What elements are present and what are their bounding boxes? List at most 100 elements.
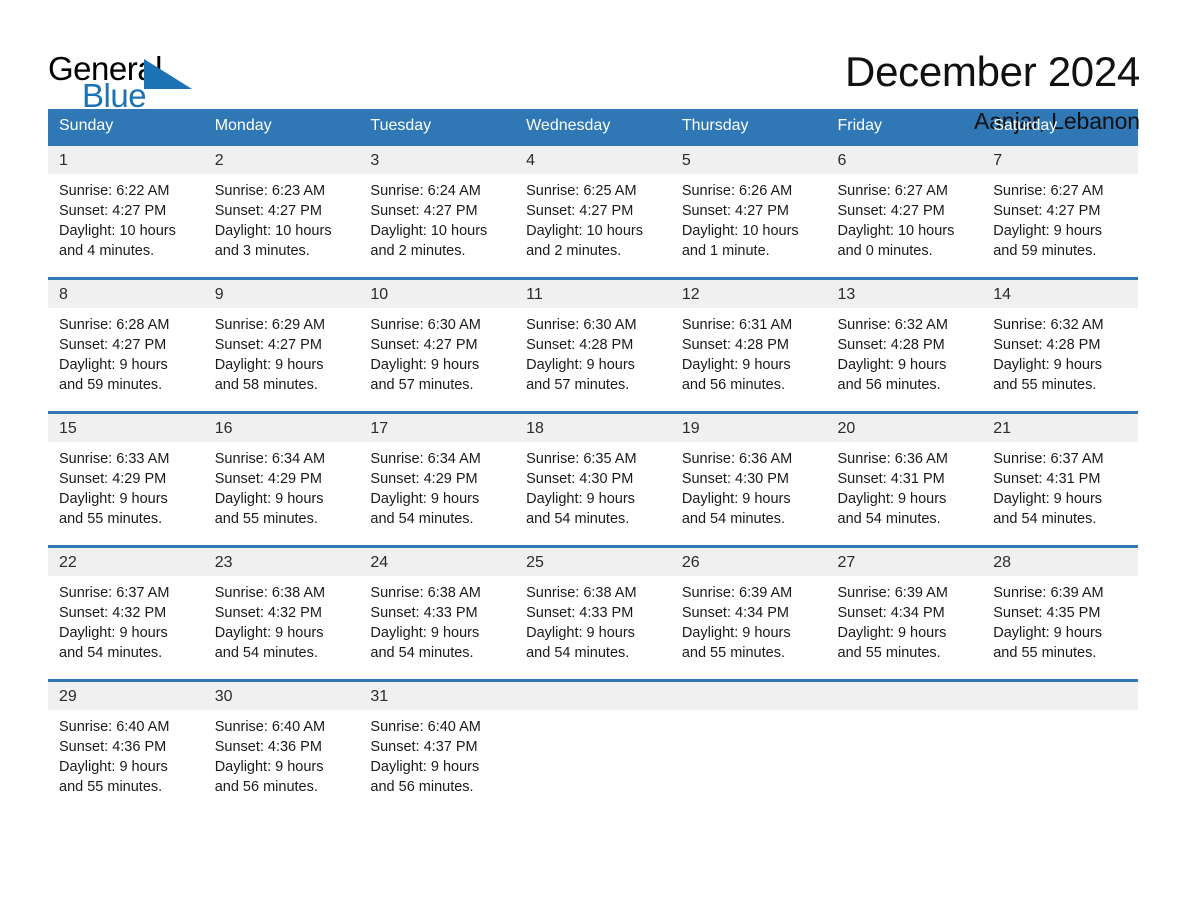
sunset-time: Sunset: 4:30 PM: [526, 471, 634, 487]
day-number: [826, 682, 983, 710]
calendar-cell-day-30[interactable]: 30 Sunrise: 6:40 AM Sunset: 4:36 PM Dayligh…: [203, 679, 360, 813]
day-details: Sunrise: 6:38 AM Sunset: 4:33 PM Daylight:…: [359, 576, 515, 663]
calendar-cell-day-7[interactable]: 7 Sunrise: 6:27 AM Sunset: 4:27 PM Daylight…: [982, 143, 1138, 279]
calendar-cell-day-4[interactable]: 4 Sunrise: 6:25 AM Sunset: 4:27 PM Daylight…: [515, 143, 671, 279]
calendar-cell-day-31[interactable]: 31 Sunrise: 6:40 AM Sunset: 4:37 PM Dayligh…: [359, 679, 516, 813]
day-details: Sunrise: 6:27 AM Sunset: 4:27 PM Daylight:…: [827, 174, 983, 261]
calendar-cell-day-22[interactable]: 22 Sunrise: 6:37 AM Sunset: 4:32 PM Dayligh…: [48, 545, 204, 681]
day-cell: 28 Sunrise: 6:39 AM Sunset: 4:35 PM Dayligh…: [982, 548, 1138, 679]
daylight-duration-line1: Daylight: 10 hours: [681, 223, 799, 239]
day-cell: 6 Sunrise: 6:27 AM Sunset: 4:27 PM Daylight…: [826, 146, 983, 277]
day-cell: 30 Sunrise: 6:40 AM Sunset: 4:36 PM Dayligh…: [203, 682, 360, 813]
daylight-duration-line2: and 54 minutes.: [370, 645, 474, 661]
calendar-week-row: 8 Sunrise: 6:28 AM Sunset: 4:27 PM Daylight…: [48, 277, 1138, 413]
daylight-duration-line2: and 3 minutes.: [214, 243, 310, 259]
daylight-duration-line1: Daylight: 9 hours: [993, 223, 1103, 239]
sunset-time: Sunset: 4:27 PM: [214, 203, 322, 219]
calendar-cell-day-2[interactable]: 2 Sunrise: 6:23 AM Sunset: 4:27 PM Daylight…: [203, 143, 360, 279]
day-number: 24: [359, 548, 516, 576]
daylight-duration-line1: Daylight: 10 hours: [59, 223, 176, 239]
calendar-cell-day-12[interactable]: 12 Sunrise: 6:31 AM Sunset: 4:28 PM Dayligh…: [670, 277, 827, 413]
day-details: Sunrise: 6:22 AM Sunset: 4:27 PM Daylight:…: [48, 174, 204, 261]
day-cell: 13 Sunrise: 6:32 AM Sunset: 4:28 PM Dayligh…: [826, 280, 983, 411]
sunset-time: Sunset: 4:34 PM: [837, 605, 945, 621]
calendar-cell-day-21[interactable]: 21 Sunrise: 6:37 AM Sunset: 4:31 PM Dayligh…: [982, 411, 1138, 547]
calendar-cell-day-6[interactable]: 6 Sunrise: 6:27 AM Sunset: 4:27 PM Daylight…: [826, 143, 983, 279]
day-cell: 8 Sunrise: 6:28 AM Sunset: 4:27 PM Daylight…: [48, 280, 204, 411]
calendar-cell-day-29[interactable]: 29 Sunrise: 6:40 AM Sunset: 4:36 PM Dayligh…: [48, 679, 204, 813]
day-cell: 2 Sunrise: 6:23 AM Sunset: 4:27 PM Daylight…: [203, 146, 360, 277]
calendar-cell-day-16[interactable]: 16 Sunrise: 6:34 AM Sunset: 4:29 PM Dayligh…: [203, 411, 360, 547]
calendar-cell-day-14[interactable]: 14 Sunrise: 6:32 AM Sunset: 4:28 PM Dayligh…: [982, 277, 1138, 413]
weekday-header-wednesday: Wednesday: [515, 109, 671, 145]
day-cell: [515, 682, 671, 813]
sunset-time: Sunset: 4:33 PM: [526, 605, 634, 621]
day-number: 1: [48, 146, 204, 174]
day-details: Sunrise: 6:39 AM Sunset: 4:34 PM Daylight:…: [827, 576, 983, 663]
calendar-cell-day-1[interactable]: 1 Sunrise: 6:22 AM Sunset: 4:27 PM Daylight…: [48, 143, 204, 279]
logo-triangle-icon: [144, 59, 192, 89]
calendar-cell-day-17[interactable]: 17 Sunrise: 6:34 AM Sunset: 4:29 PM Dayligh…: [359, 411, 516, 547]
sunset-time: Sunset: 4:35 PM: [993, 605, 1101, 621]
day-details: Sunrise: 6:30 AM Sunset: 4:27 PM Daylight:…: [359, 308, 515, 395]
day-number: 3: [359, 146, 516, 174]
day-cell: 21 Sunrise: 6:37 AM Sunset: 4:31 PM Dayligh…: [982, 414, 1138, 545]
sunrise-time: Sunrise: 6:39 AM: [837, 585, 948, 601]
day-details: Sunrise: 6:37 AM Sunset: 4:31 PM Daylight:…: [982, 442, 1138, 529]
day-details: Sunrise: 6:40 AM Sunset: 4:36 PM Daylight:…: [204, 710, 360, 797]
calendar-cell-day-25[interactable]: 25 Sunrise: 6:38 AM Sunset: 4:33 PM Dayligh…: [515, 545, 671, 681]
daylight-duration-line2: and 54 minutes.: [214, 645, 318, 661]
calendar-cell-day-10[interactable]: 10 Sunrise: 6:30 AM Sunset: 4:27 PM Dayligh…: [359, 277, 516, 413]
calendar-cell-day-8[interactable]: 8 Sunrise: 6:28 AM Sunset: 4:27 PM Daylight…: [48, 277, 204, 413]
calendar-cell-day-3[interactable]: 3 Sunrise: 6:24 AM Sunset: 4:27 PM Daylight…: [359, 143, 516, 279]
calendar-cell-day-5[interactable]: 5 Sunrise: 6:26 AM Sunset: 4:27 PM Daylight…: [670, 143, 827, 279]
calendar-cell-day-11[interactable]: 11 Sunrise: 6:30 AM Sunset: 4:28 PM Dayligh…: [515, 277, 671, 413]
sunset-time: Sunset: 4:27 PM: [993, 203, 1101, 219]
calendar-cell-day-24[interactable]: 24 Sunrise: 6:38 AM Sunset: 4:33 PM Dayligh…: [359, 545, 516, 681]
general-blue-logo: General Blue: [48, 48, 198, 112]
day-number: 17: [359, 414, 516, 442]
calendar-cell-day-19[interactable]: 19 Sunrise: 6:36 AM Sunset: 4:30 PM Dayligh…: [670, 411, 827, 547]
day-number: 26: [670, 548, 827, 576]
calendar-cell-day-28[interactable]: 28 Sunrise: 6:39 AM Sunset: 4:35 PM Dayligh…: [982, 545, 1138, 681]
sunrise-time: Sunrise: 6:40 AM: [370, 719, 481, 735]
day-details: Sunrise: 6:38 AM Sunset: 4:33 PM Daylight:…: [515, 576, 671, 663]
sunset-time: Sunset: 4:28 PM: [837, 337, 945, 353]
calendar-cell-day-27[interactable]: 27 Sunrise: 6:39 AM Sunset: 4:34 PM Dayligh…: [826, 545, 983, 681]
sunset-time: Sunset: 4:32 PM: [59, 605, 167, 621]
day-number: 6: [826, 146, 983, 174]
calendar-page: General Blue December 2024 Aanjar, Leban…: [0, 0, 1188, 918]
calendar-cell-day-13[interactable]: 13 Sunrise: 6:32 AM Sunset: 4:28 PM Dayligh…: [826, 277, 983, 413]
day-cell: 29 Sunrise: 6:40 AM Sunset: 4:36 PM Dayligh…: [48, 682, 204, 813]
day-details: Sunrise: 6:25 AM Sunset: 4:27 PM Daylight:…: [515, 174, 671, 261]
daylight-duration-line1: Daylight: 10 hours: [214, 223, 332, 239]
daylight-duration-line2: and 55 minutes.: [214, 511, 318, 527]
sunrise-time: Sunrise: 6:40 AM: [59, 719, 170, 735]
sunrise-time: Sunrise: 6:23 AM: [214, 183, 326, 199]
day-cell: 4 Sunrise: 6:25 AM Sunset: 4:27 PM Daylight…: [515, 146, 671, 277]
calendar-cell-day-26[interactable]: 26 Sunrise: 6:39 AM Sunset: 4:34 PM Dayligh…: [670, 545, 827, 681]
daylight-duration-line2: and 55 minutes.: [59, 779, 163, 795]
sunrise-sunset-calendar: Sunday Monday Tuesday Wednesday Thursday Frid…: [48, 109, 1138, 813]
daylight-duration-line2: and 1 minute.: [681, 243, 770, 259]
sunrise-time: Sunrise: 6:32 AM: [837, 317, 948, 333]
calendar-week-row: 29 Sunrise: 6:40 AM Sunset: 4:36 PM Dayligh…: [48, 679, 1138, 813]
calendar-cell-day-18[interactable]: 18 Sunrise: 6:35 AM Sunset: 4:30 PM Dayligh…: [515, 411, 671, 547]
sunset-time: Sunset: 4:27 PM: [214, 337, 322, 353]
sunrise-time: Sunrise: 6:39 AM: [681, 585, 793, 601]
day-details: Sunrise: 6:37 AM Sunset: 4:32 PM Daylight:…: [48, 576, 204, 663]
day-cell: 18 Sunrise: 6:35 AM Sunset: 4:30 PM Dayligh…: [515, 414, 671, 545]
daylight-duration-line1: Daylight: 9 hours: [837, 491, 947, 507]
sunset-time: Sunset: 4:27 PM: [526, 203, 634, 219]
sunrise-time: Sunrise: 6:25 AM: [526, 183, 637, 199]
calendar-cell-day-20[interactable]: 20 Sunrise: 6:36 AM Sunset: 4:31 PM Dayligh…: [826, 411, 983, 547]
daylight-duration-line2: and 0 minutes.: [837, 243, 933, 259]
calendar-week-row: 1 Sunrise: 6:22 AM Sunset: 4:27 PM Daylight…: [48, 143, 1138, 279]
daylight-duration-line1: Daylight: 9 hours: [993, 357, 1103, 373]
calendar-cell-day-23[interactable]: 23 Sunrise: 6:38 AM Sunset: 4:32 PM Dayligh…: [203, 545, 360, 681]
day-cell: 20 Sunrise: 6:36 AM Sunset: 4:31 PM Dayligh…: [826, 414, 983, 545]
calendar-cell-day-9[interactable]: 9 Sunrise: 6:29 AM Sunset: 4:27 PM Daylight…: [203, 277, 360, 413]
calendar-cell-day-15[interactable]: 15 Sunrise: 6:33 AM Sunset: 4:29 PM Dayligh…: [48, 411, 204, 547]
daylight-duration-line1: Daylight: 9 hours: [681, 625, 791, 641]
sunrise-time: Sunrise: 6:38 AM: [526, 585, 637, 601]
